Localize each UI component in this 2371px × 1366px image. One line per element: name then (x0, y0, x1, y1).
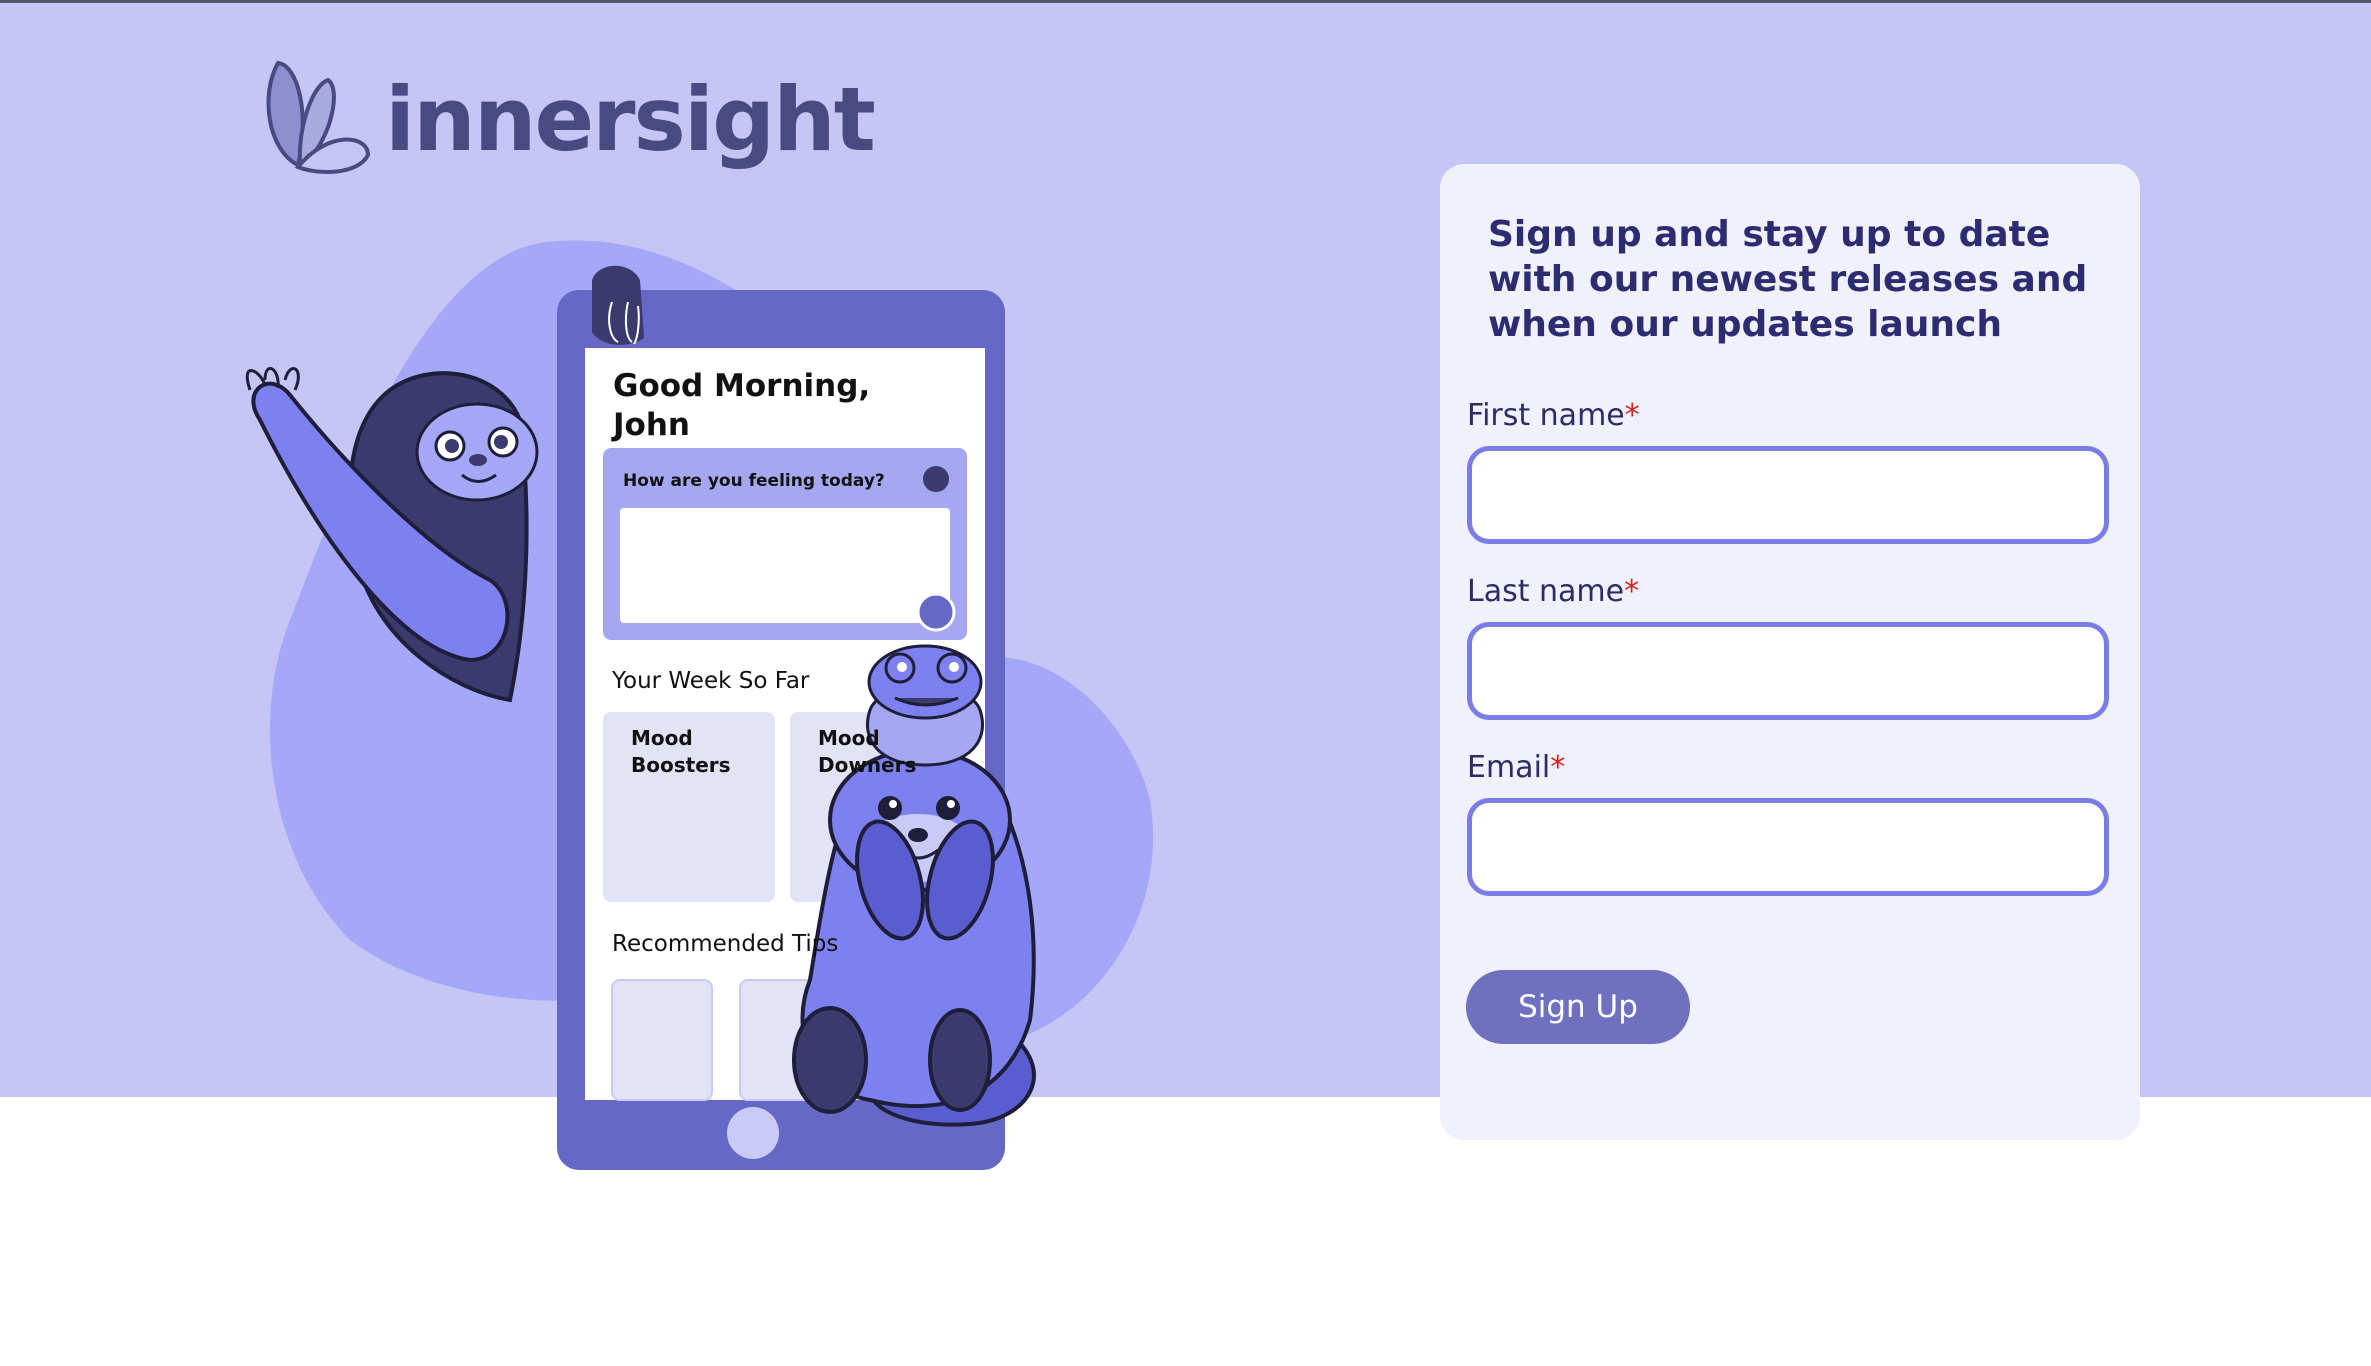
first-name-input[interactable] (1467, 446, 2109, 544)
last-name-input[interactable] (1467, 622, 2109, 720)
sign-up-button[interactable]: Sign Up (1466, 970, 1690, 1044)
email-label: Email* (1467, 750, 1565, 785)
brand-name: innersight (385, 67, 876, 171)
phone-greeting: Good Morning, John (613, 368, 871, 443)
brand-logo[interactable]: innersight (258, 55, 876, 175)
required-marker: * (1624, 574, 1640, 609)
phone-tips-heading: Recommended Tips (612, 931, 839, 957)
phone-card-mood-downers: Mood Downers (818, 726, 917, 777)
last-name-label: Last name* (1467, 574, 1639, 609)
email-label-text: Email (1467, 750, 1551, 785)
phone-mood-question: How are you feeling today? (623, 471, 885, 491)
required-marker: * (1624, 398, 1640, 433)
email-input[interactable] (1467, 798, 2109, 896)
phone-card-mood-boosters: Mood Boosters (631, 726, 731, 777)
phone-week-heading: Your Week So Far (612, 668, 810, 694)
required-marker: * (1550, 750, 1566, 785)
last-name-label-text: Last name (1467, 574, 1625, 609)
first-name-label-text: First name (1467, 398, 1625, 433)
butterfly-icon (266, 60, 371, 174)
signup-heading: Sign up and stay up to date with our new… (1488, 214, 2088, 345)
signup-card: Sign up and stay up to date with our new… (1440, 164, 2140, 1140)
first-name-label: First name* (1467, 398, 1640, 433)
